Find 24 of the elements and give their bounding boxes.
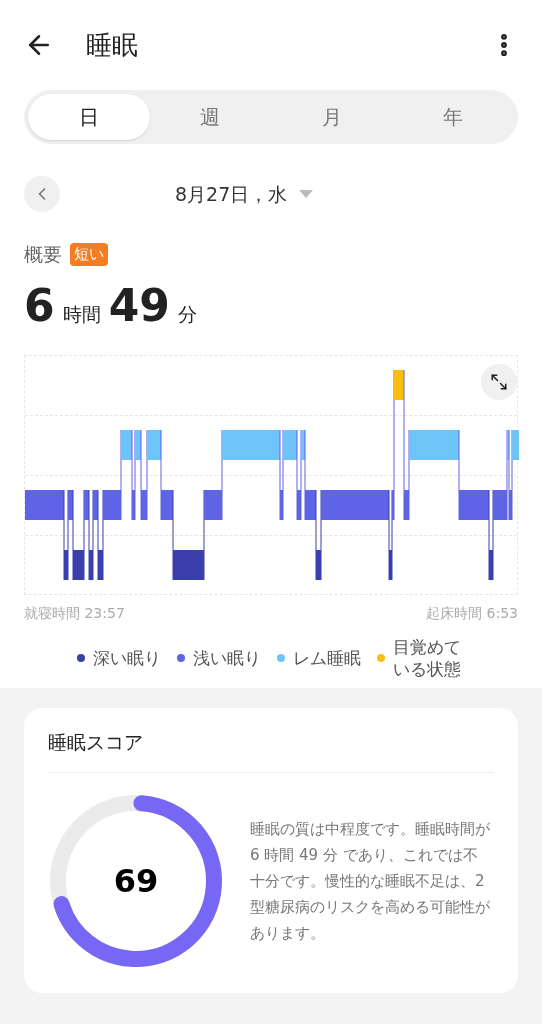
wake-time-label: 起床時間 6:53 [426, 603, 518, 623]
expand-icon [490, 372, 508, 391]
short-badge: 短い [70, 243, 108, 266]
legend-label: レム睡眠 [293, 646, 361, 669]
score-value: 69 [113, 861, 159, 902]
dropdown-icon [299, 190, 314, 198]
period-tab[interactable]: 月 [271, 94, 393, 140]
bedtime-label: 就寝時間 23:57 [24, 603, 125, 623]
minutes-value: 49 [108, 278, 170, 333]
minutes-unit: 分 [177, 301, 197, 327]
score-card-title: 睡眠スコア [48, 727, 494, 773]
hours-value: 6 [24, 278, 55, 333]
legend-label: 浅い眠り [193, 646, 261, 669]
summary-label: 概要 [24, 242, 62, 267]
period-tab[interactable]: 日 [28, 94, 150, 140]
page-title: 睡眠 [86, 28, 138, 62]
period-tab[interactable]: 年 [392, 94, 514, 140]
legend-label: 深い眠り [93, 646, 161, 669]
score-description: 睡眠の質は中程度です。睡眠時間が 6 時間 49 分 であり、これでは不十分です。慢性的な睡眠不足は、2型糖尿病のリスクを高める可能性があります。 [250, 819, 490, 944]
date-selector[interactable]: 8月27日，水 [175, 179, 314, 209]
expand-button[interactable] [481, 363, 517, 400]
hours-unit: 時間 [62, 301, 101, 327]
period-tab[interactable]: 週 [149, 94, 271, 140]
legend-label: 目覚めている状態 [393, 635, 462, 680]
